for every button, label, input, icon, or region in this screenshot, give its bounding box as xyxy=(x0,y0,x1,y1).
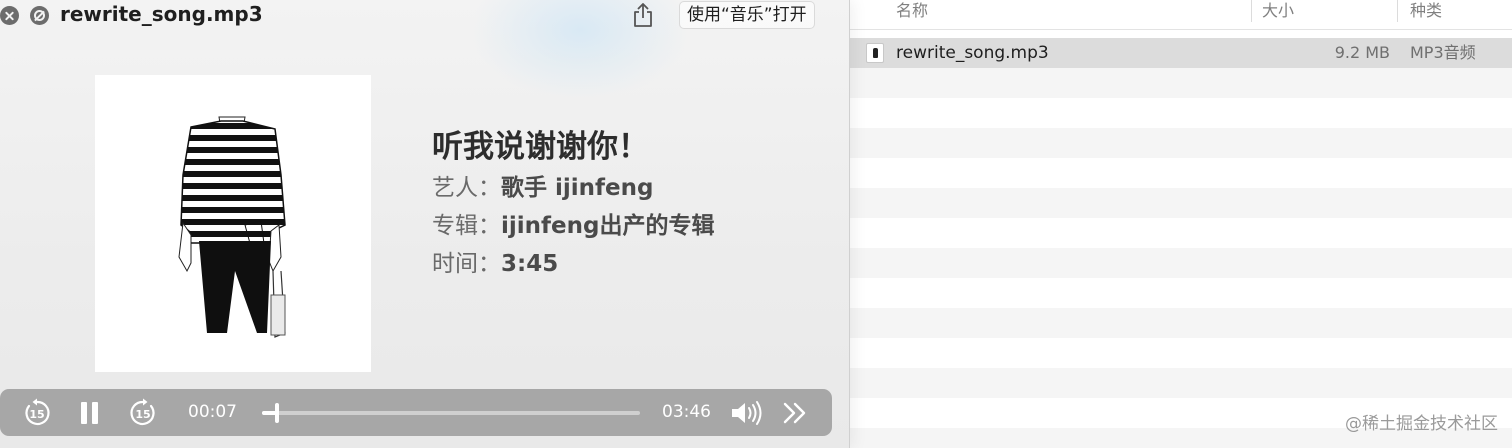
empty-row xyxy=(848,188,1512,218)
duration-value: 3:45 xyxy=(501,251,559,277)
album-row: 专辑：ijinfeng出产的专辑 xyxy=(432,207,714,245)
empty-row xyxy=(848,248,1512,278)
duration-row: 时间：3:45 xyxy=(432,245,714,283)
empty-row xyxy=(848,218,1512,248)
column-name[interactable]: 名称 xyxy=(896,0,928,22)
empty-row xyxy=(848,68,1512,98)
close-icon[interactable] xyxy=(0,6,19,25)
album-artwork xyxy=(95,75,371,372)
empty-row xyxy=(848,128,1512,158)
skip-back-seconds: 15 xyxy=(29,408,44,421)
mp3-file-icon xyxy=(866,43,884,63)
duration-label: 时间： xyxy=(432,251,501,277)
skip-back-15-icon[interactable]: 15 xyxy=(22,398,52,428)
song-title: 听我说谢谢你！ xyxy=(432,129,649,165)
album-value: ijinfeng出产的专辑 xyxy=(501,213,715,239)
volume-icon[interactable] xyxy=(730,400,764,426)
file-size: 9.2 MB xyxy=(1334,43,1390,62)
file-kind: MP3音频 xyxy=(1410,43,1476,62)
empty-row xyxy=(848,278,1512,308)
skip-forward-seconds: 15 xyxy=(135,408,150,421)
empty-row xyxy=(848,338,1512,368)
fullscreen-icon[interactable] xyxy=(30,6,49,25)
empty-row xyxy=(848,308,1512,338)
window-title: rewrite_song.mp3 xyxy=(60,2,263,26)
skip-forward-15-icon[interactable]: 15 xyxy=(128,398,158,428)
progress-track[interactable] xyxy=(262,403,640,423)
share-icon[interactable] xyxy=(632,3,654,27)
album-label: 专辑： xyxy=(432,213,501,239)
open-with-music-button[interactable]: 使用“音乐”打开 xyxy=(679,1,815,29)
quicklook-panel: rewrite_song.mp3 使用“音乐”打开 听我说谢谢你！ 艺人：歌手 … xyxy=(0,0,850,448)
artist-label: 艺人： xyxy=(432,175,501,201)
remaining-time: 03:46 xyxy=(662,402,711,422)
progress-knob[interactable] xyxy=(275,403,279,423)
artist-value: 歌手 ijinfeng xyxy=(501,175,654,201)
column-header: 名称 大小 种类 xyxy=(848,0,1512,30)
file-row[interactable]: rewrite_song.mp3 9.2 MB MP3音频 xyxy=(848,38,1512,68)
column-divider[interactable] xyxy=(1397,0,1398,22)
pause-icon[interactable] xyxy=(80,402,100,424)
artist-row: 艺人：歌手 ijinfeng xyxy=(432,169,714,207)
column-divider[interactable] xyxy=(1251,0,1252,22)
quicklook-titlebar: rewrite_song.mp3 使用“音乐”打开 xyxy=(0,0,850,30)
empty-row xyxy=(848,98,1512,128)
elapsed-time: 00:07 xyxy=(188,402,237,422)
column-kind[interactable]: 种类 xyxy=(1410,0,1442,22)
song-metadata: 听我说谢谢你！ 艺人：歌手 ijinfeng 专辑：ijinfeng出产的专辑 … xyxy=(432,125,714,283)
playback-controls: 15 15 00:07 03:46 xyxy=(0,389,832,436)
file-rows: rewrite_song.mp3 9.2 MB MP3音频 xyxy=(848,38,1512,448)
file-name: rewrite_song.mp3 xyxy=(896,43,1049,63)
empty-row xyxy=(848,158,1512,188)
screen: 名称 大小 种类 rewrite_song.mp3 9.2 MB MP3音频 @… xyxy=(0,0,1512,448)
empty-row xyxy=(848,368,1512,398)
chevrons-right-icon[interactable] xyxy=(782,400,808,426)
watermark: @稀土掘金技术社区 xyxy=(1345,414,1498,434)
finder-list-view: 名称 大小 种类 rewrite_song.mp3 9.2 MB MP3音频 @… xyxy=(848,0,1512,448)
column-size[interactable]: 大小 xyxy=(1262,0,1294,22)
